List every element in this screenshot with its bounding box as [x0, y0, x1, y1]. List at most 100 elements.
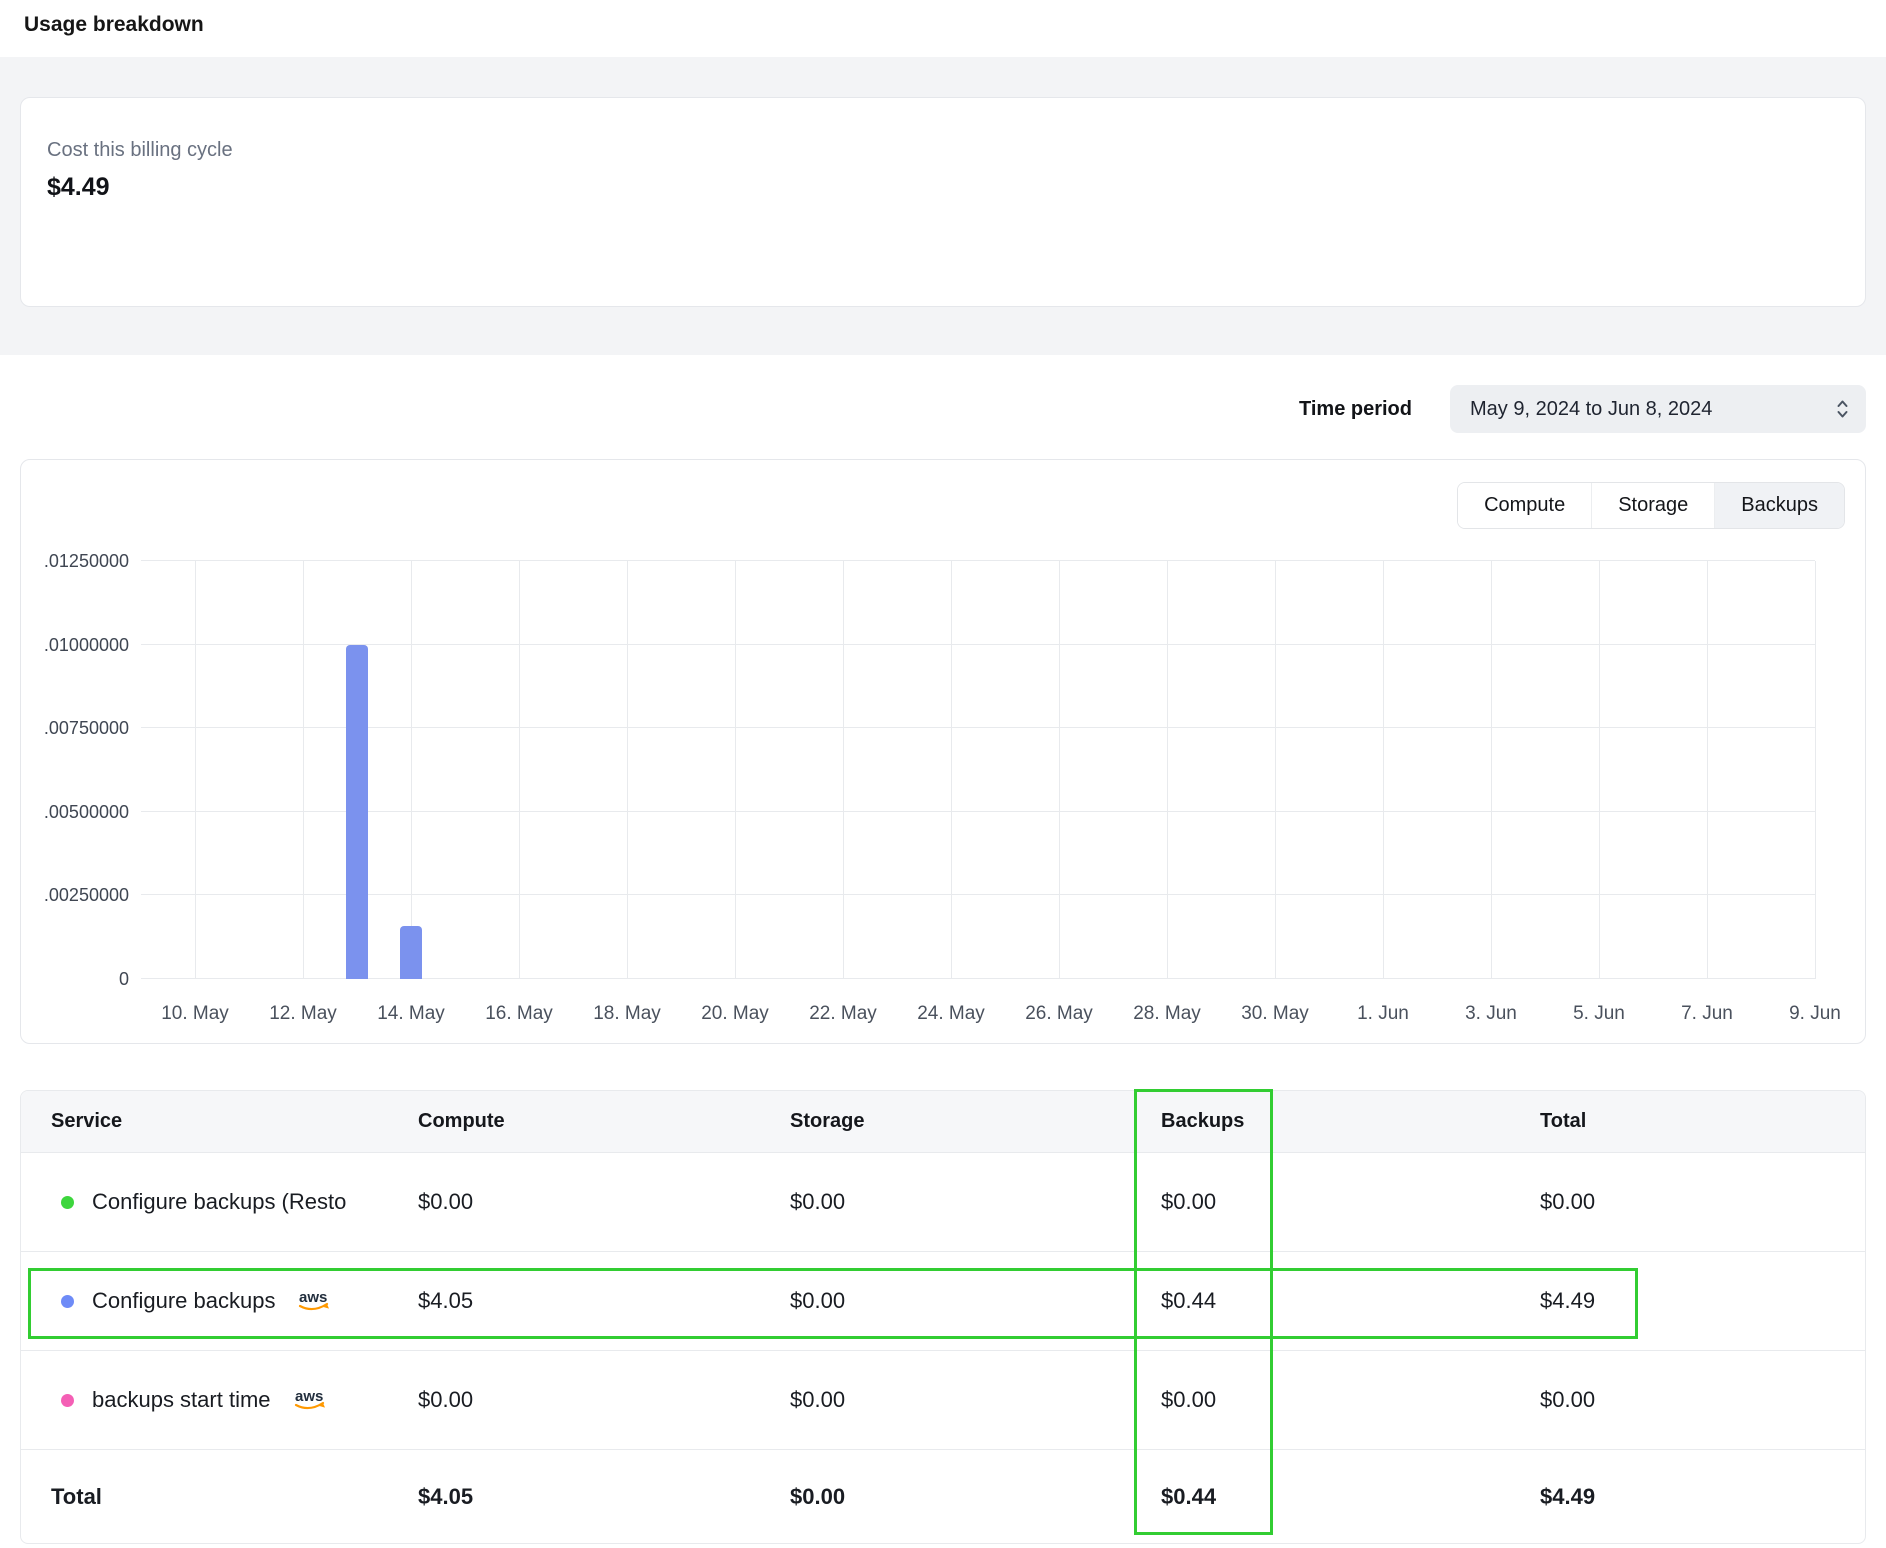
select-updown-icon — [1835, 397, 1850, 421]
chart-tabs-row: Compute Storage Backups — [41, 482, 1845, 529]
y-tick-label: .00250000 — [44, 885, 129, 905]
backups-bar-chart: .01250000.01000000.00750000.00500000.002… — [41, 555, 1845, 1025]
service-name: backups start time — [92, 1387, 271, 1413]
x-tick-label: 30. May — [1241, 1003, 1309, 1025]
svg-text:aws: aws — [299, 1289, 327, 1306]
x-tick-label: 1. Jun — [1357, 1003, 1409, 1025]
service-name: Configure backups — [92, 1288, 275, 1314]
service-cell: Configure backups aws — [21, 1288, 418, 1314]
chart-hgridline — [141, 560, 1815, 561]
y-tick-label: .01000000 — [44, 635, 129, 655]
chart-hgridline — [141, 727, 1815, 728]
table-header-row: Service Compute Storage Backups Total — [21, 1091, 1865, 1153]
chart-plot — [141, 561, 1815, 979]
cell-backups: $0.00 — [1161, 1387, 1540, 1413]
service-cell: backups start time aws — [21, 1387, 418, 1413]
chart-vgridline — [843, 561, 844, 979]
table-row-configure-backups-restore: Configure backups (Resto $0.00 $0.00 $0.… — [21, 1153, 1865, 1252]
chart-vgridline — [1059, 561, 1060, 979]
chart-vgridline — [519, 561, 520, 979]
service-cell: Configure backups (Resto — [21, 1189, 418, 1215]
chart-vgridline — [1815, 561, 1816, 979]
series-dot — [61, 1295, 74, 1308]
chart-vgridline — [411, 561, 412, 979]
aws-logo-icon: aws — [295, 1288, 335, 1314]
x-tick-label: 9. Jun — [1789, 1003, 1841, 1025]
usage-page: Usage breakdown Cost this billing cycle … — [0, 0, 1886, 1544]
cell-backups: $0.44 — [1161, 1288, 1540, 1314]
cell-total: $0.00 — [1540, 1189, 1865, 1215]
usage-chart-card: Compute Storage Backups .01250000 .010000… — [20, 459, 1866, 1044]
chart-bar[interactable] — [346, 645, 368, 979]
cell-compute: $4.05 — [418, 1288, 790, 1314]
chart-hgridline — [141, 894, 1815, 895]
x-tick-label: 10. May — [161, 1003, 229, 1025]
header-storage: Storage — [790, 1110, 1161, 1133]
cell-storage: $0.00 — [790, 1189, 1161, 1215]
x-tick-label: 24. May — [917, 1003, 985, 1025]
cell-compute: $0.00 — [418, 1387, 790, 1413]
cost-card-label: Cost this billing cycle — [47, 138, 1839, 162]
total-compute: $4.05 — [418, 1484, 790, 1510]
x-tick-label: 16. May — [485, 1003, 553, 1025]
tab-compute[interactable]: Compute — [1458, 483, 1591, 528]
x-tick-label: 12. May — [269, 1003, 337, 1025]
chart-vgridline — [1491, 561, 1492, 979]
total-label: Total — [21, 1484, 418, 1510]
chart-metric-tabs: Compute Storage Backups — [1457, 482, 1845, 529]
chart-vgridline — [627, 561, 628, 979]
x-tick-label: 5. Jun — [1573, 1003, 1625, 1025]
usage-breakdown-table: Service Compute Storage Backups Total Co… — [20, 1090, 1866, 1544]
page-title: Usage breakdown — [0, 0, 1886, 37]
chart-vgridline — [1707, 561, 1708, 979]
x-tick-label: 22. May — [809, 1003, 877, 1025]
header-total: Total — [1540, 1110, 1865, 1133]
cost-card: Cost this billing cycle $4.49 — [20, 97, 1866, 307]
table-total-row: Total $4.05 $0.00 $0.44 $4.49 — [21, 1450, 1865, 1543]
chart-vgridline — [1275, 561, 1276, 979]
header-service: Service — [21, 1110, 418, 1133]
y-tick-label: .00500000 — [44, 802, 129, 822]
chart-vgridline — [1599, 561, 1600, 979]
table-row-configure-backups: Configure backups aws $4.05 $0.00 $0.44 … — [21, 1252, 1865, 1351]
x-tick-label: 3. Jun — [1465, 1003, 1517, 1025]
y-tick-label: .00750000 — [44, 718, 129, 738]
chart-vgridline — [735, 561, 736, 979]
x-tick-label: 20. May — [701, 1003, 769, 1025]
time-period-row: Time period May 9, 2024 to Jun 8, 2024 — [20, 385, 1866, 433]
cell-storage: $0.00 — [790, 1288, 1161, 1314]
header-compute: Compute — [418, 1110, 790, 1133]
chart-vgridline — [195, 561, 196, 979]
cell-compute: $0.00 — [418, 1189, 790, 1215]
chart-x-axis: 10. May 12. May 14. May 16. May 18. May 20. M… — [141, 993, 1815, 1025]
chart-y-axis: .01250000.01000000.00750000.00500000.002… — [41, 561, 129, 979]
x-tick-label: 26. May — [1025, 1003, 1093, 1025]
cell-total: $0.00 — [1540, 1387, 1865, 1413]
aws-logo-icon: aws — [291, 1387, 331, 1413]
x-tick-label: 14. May — [377, 1003, 445, 1025]
svg-text:aws: aws — [295, 1388, 323, 1405]
tab-backups[interactable]: Backups — [1714, 483, 1844, 528]
cell-storage: $0.00 — [790, 1387, 1161, 1413]
x-tick-label: 28. May — [1133, 1003, 1201, 1025]
chart-hgridline — [141, 978, 1815, 979]
y-tick-label: 0 — [119, 969, 129, 989]
total-backups: $0.44 — [1161, 1484, 1540, 1510]
chart-vgridline — [1167, 561, 1168, 979]
x-tick-label: 7. Jun — [1681, 1003, 1733, 1025]
y-tick-label: .01250000 — [44, 551, 129, 571]
series-dot — [61, 1196, 74, 1209]
chart-vgridline — [951, 561, 952, 979]
chart-bar[interactable] — [400, 926, 422, 980]
time-period-select[interactable]: May 9, 2024 to Jun 8, 2024 — [1450, 385, 1866, 433]
cell-total: $4.49 — [1540, 1288, 1865, 1314]
tab-storage[interactable]: Storage — [1591, 483, 1714, 528]
chart-hgridline — [141, 811, 1815, 812]
time-period-value: May 9, 2024 to Jun 8, 2024 — [1470, 398, 1712, 421]
table-row-backups-start-time: backups start time aws $0.00 $0.00 $0.00… — [21, 1351, 1865, 1450]
cell-backups: $0.00 — [1161, 1189, 1540, 1215]
chart-hgridline — [141, 644, 1815, 645]
cost-card-value: $4.49 — [47, 172, 1839, 202]
x-tick-label: 18. May — [593, 1003, 661, 1025]
billing-summary-band: Cost this billing cycle $4.49 — [0, 57, 1886, 355]
